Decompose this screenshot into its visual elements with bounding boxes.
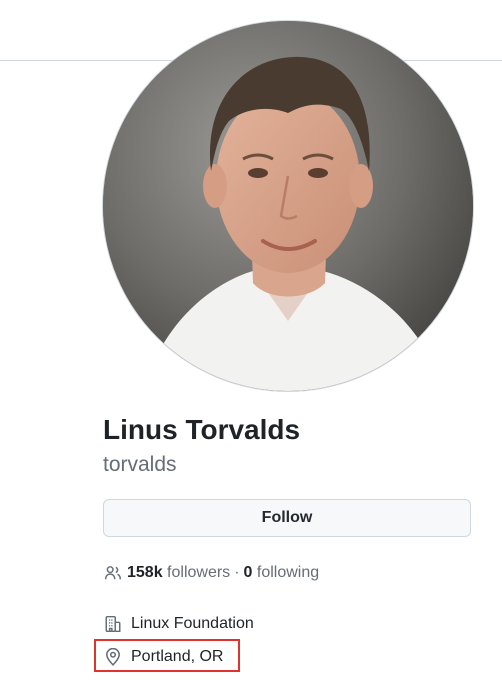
- organization-icon: [103, 614, 123, 634]
- profile-username: torvalds: [103, 453, 177, 476]
- stats-separator: ·: [234, 564, 240, 581]
- profile-organization: Linux Foundation: [103, 612, 254, 636]
- avatar[interactable]: [103, 21, 473, 391]
- follow-stats: 158k followers · 0 following: [103, 561, 319, 585]
- following-label: following: [256, 564, 320, 581]
- people-icon: [103, 563, 123, 583]
- organization-text: Linux Foundation: [131, 615, 254, 632]
- profile-name: Linus Torvalds: [103, 414, 301, 445]
- following-link[interactable]: 0 following: [244, 564, 320, 582]
- followers-count: 158k: [127, 564, 163, 581]
- following-count: 0: [243, 564, 253, 581]
- follow-button[interactable]: Follow: [103, 499, 471, 537]
- followers-label: followers: [167, 564, 231, 581]
- avatar-photo: [103, 21, 473, 391]
- location-highlight-box: [94, 639, 240, 672]
- followers-link[interactable]: 158k followers: [127, 564, 230, 582]
